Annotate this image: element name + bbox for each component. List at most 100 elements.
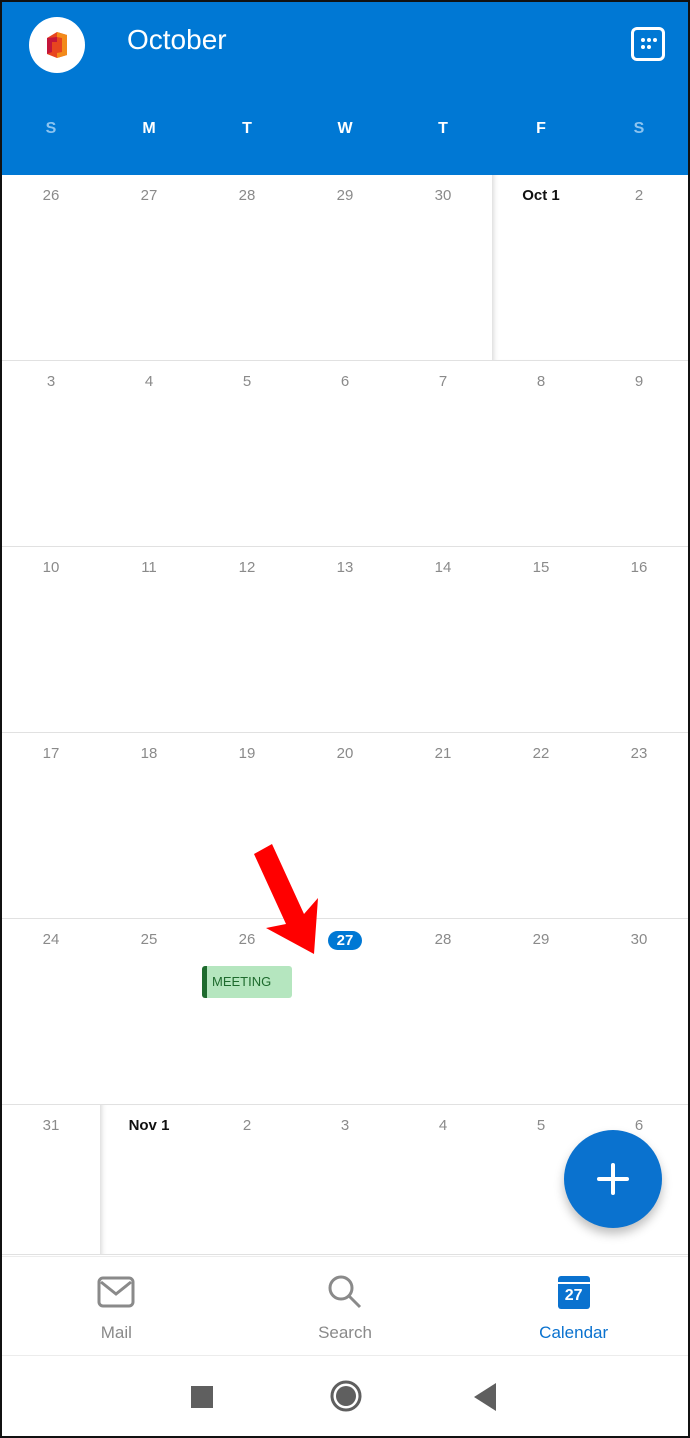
day-cell[interactable]: 11	[100, 547, 198, 732]
day-cell[interactable]: 3	[2, 361, 100, 546]
day-number: 28	[434, 931, 452, 948]
day-number: 23	[630, 745, 648, 762]
day-cell[interactable]: 28	[198, 175, 296, 360]
week-row: 24 25 26 27 28 29 30 MEETING	[2, 919, 688, 1105]
weekday-label: S	[633, 120, 645, 137]
day-cell[interactable]: 5	[198, 361, 296, 546]
event-meeting[interactable]: MEETING	[202, 966, 292, 998]
day-cell[interactable]: 8	[492, 361, 590, 546]
day-cell[interactable]: 4	[394, 1105, 492, 1254]
system-navigation-bar	[2, 1357, 688, 1438]
recents-button[interactable]	[191, 1386, 213, 1408]
day-cell[interactable]: 2	[198, 1105, 296, 1254]
nav-mail[interactable]: Mail	[2, 1257, 231, 1355]
today-badge: 27	[327, 931, 363, 950]
bottom-navigation: Mail Search 27 Calendar	[2, 1256, 688, 1356]
day-cell[interactable]: 16	[590, 547, 688, 732]
mail-icon	[96, 1273, 136, 1311]
day-cell[interactable]: 13	[296, 547, 394, 732]
day-cell[interactable]: 30	[590, 919, 688, 1104]
day-number: 5	[242, 373, 252, 390]
nav-label: Search	[318, 1323, 372, 1342]
day-number: 19	[238, 745, 256, 762]
day-number: 26	[42, 187, 60, 204]
day-cell[interactable]: 26	[2, 175, 100, 360]
day-cell[interactable]: 31	[2, 1105, 100, 1254]
day-number: 6	[340, 373, 350, 390]
weekday-label: M	[142, 120, 156, 137]
day-cell[interactable]: 30	[394, 175, 492, 360]
day-cell[interactable]: 15	[492, 547, 590, 732]
home-button[interactable]	[329, 1379, 363, 1413]
day-number: 13	[336, 559, 354, 576]
week-row: 3 4 5 6 7 8 9	[2, 361, 688, 547]
back-button[interactable]	[474, 1383, 498, 1411]
day-number: 22	[532, 745, 550, 762]
app-header: October S M T W T F S	[2, 2, 688, 175]
day-cell[interactable]: 21	[394, 733, 492, 918]
day-cell[interactable]: 2	[590, 175, 688, 360]
day-number: 7	[438, 373, 448, 390]
day-number: Oct 1	[522, 187, 560, 204]
month-title[interactable]: October	[127, 24, 227, 56]
day-cell[interactable]: 9	[590, 361, 688, 546]
day-number: 30	[434, 187, 452, 204]
day-cell[interactable]: 23	[590, 733, 688, 918]
office-logo-button[interactable]	[29, 17, 85, 73]
day-cell[interactable]: 19	[198, 733, 296, 918]
day-number: 16	[630, 559, 648, 576]
month-grid: 26 27 28 29 30 Oct 1 2 3 4 5 6 7 8 9 10 …	[2, 175, 688, 1255]
day-cell[interactable]: 6	[296, 361, 394, 546]
day-number: 28	[238, 187, 256, 204]
office-logo-icon	[47, 32, 67, 58]
day-number: 2	[634, 187, 644, 204]
week-row: 10 11 12 13 14 15 16	[2, 547, 688, 733]
calendar-grid-icon[interactable]	[631, 27, 665, 61]
day-cell[interactable]: 20	[296, 733, 394, 918]
day-cell[interactable]: 14	[394, 547, 492, 732]
day-cell[interactable]: 25	[100, 919, 198, 1104]
day-number: 29	[532, 931, 550, 948]
day-number: 12	[238, 559, 256, 576]
day-number: 30	[630, 931, 648, 948]
day-number: 24	[42, 931, 60, 948]
day-cell[interactable]: 27	[100, 175, 198, 360]
day-cell[interactable]: 17	[2, 733, 100, 918]
day-number: 9	[634, 373, 644, 390]
day-number: 4	[144, 373, 154, 390]
nav-search[interactable]: Search	[231, 1257, 460, 1355]
day-number: 8	[536, 373, 546, 390]
weekday-label: T	[438, 120, 448, 137]
day-cell[interactable]: 3	[296, 1105, 394, 1254]
week-row: 17 18 19 20 21 22 23	[2, 733, 688, 919]
day-number: 21	[434, 745, 452, 762]
weekday-label: T	[242, 120, 252, 137]
day-number: 3	[46, 373, 56, 390]
day-number: 3	[340, 1117, 350, 1134]
weekday-label: S	[45, 120, 57, 137]
day-number: 27	[140, 187, 158, 204]
new-event-button[interactable]	[564, 1130, 662, 1228]
day-cell[interactable]: 10	[2, 547, 100, 732]
day-cell-today[interactable]: 27	[296, 919, 394, 1104]
day-cell[interactable]: 22	[492, 733, 590, 918]
day-cell[interactable]: 28	[394, 919, 492, 1104]
week-row: 26 27 28 29 30 Oct 1 2	[2, 175, 688, 361]
day-cell[interactable]: 12	[198, 547, 296, 732]
day-cell[interactable]: Oct 1	[492, 175, 590, 360]
day-cell[interactable]: 24	[2, 919, 100, 1104]
day-number: 27	[296, 931, 394, 950]
day-number: 11	[141, 559, 157, 576]
day-cell[interactable]: 4	[100, 361, 198, 546]
nav-label: Mail	[100, 1323, 132, 1342]
search-icon	[325, 1273, 365, 1311]
day-number: 31	[42, 1117, 60, 1134]
day-cell[interactable]: 26	[198, 919, 296, 1104]
day-cell[interactable]: 18	[100, 733, 198, 918]
day-cell[interactable]: 7	[394, 361, 492, 546]
day-cell[interactable]: Nov 1	[100, 1105, 198, 1254]
calendar-icon: 27	[554, 1273, 594, 1311]
day-cell[interactable]: 29	[296, 175, 394, 360]
day-cell[interactable]: 29	[492, 919, 590, 1104]
nav-calendar[interactable]: 27 Calendar	[459, 1257, 688, 1355]
